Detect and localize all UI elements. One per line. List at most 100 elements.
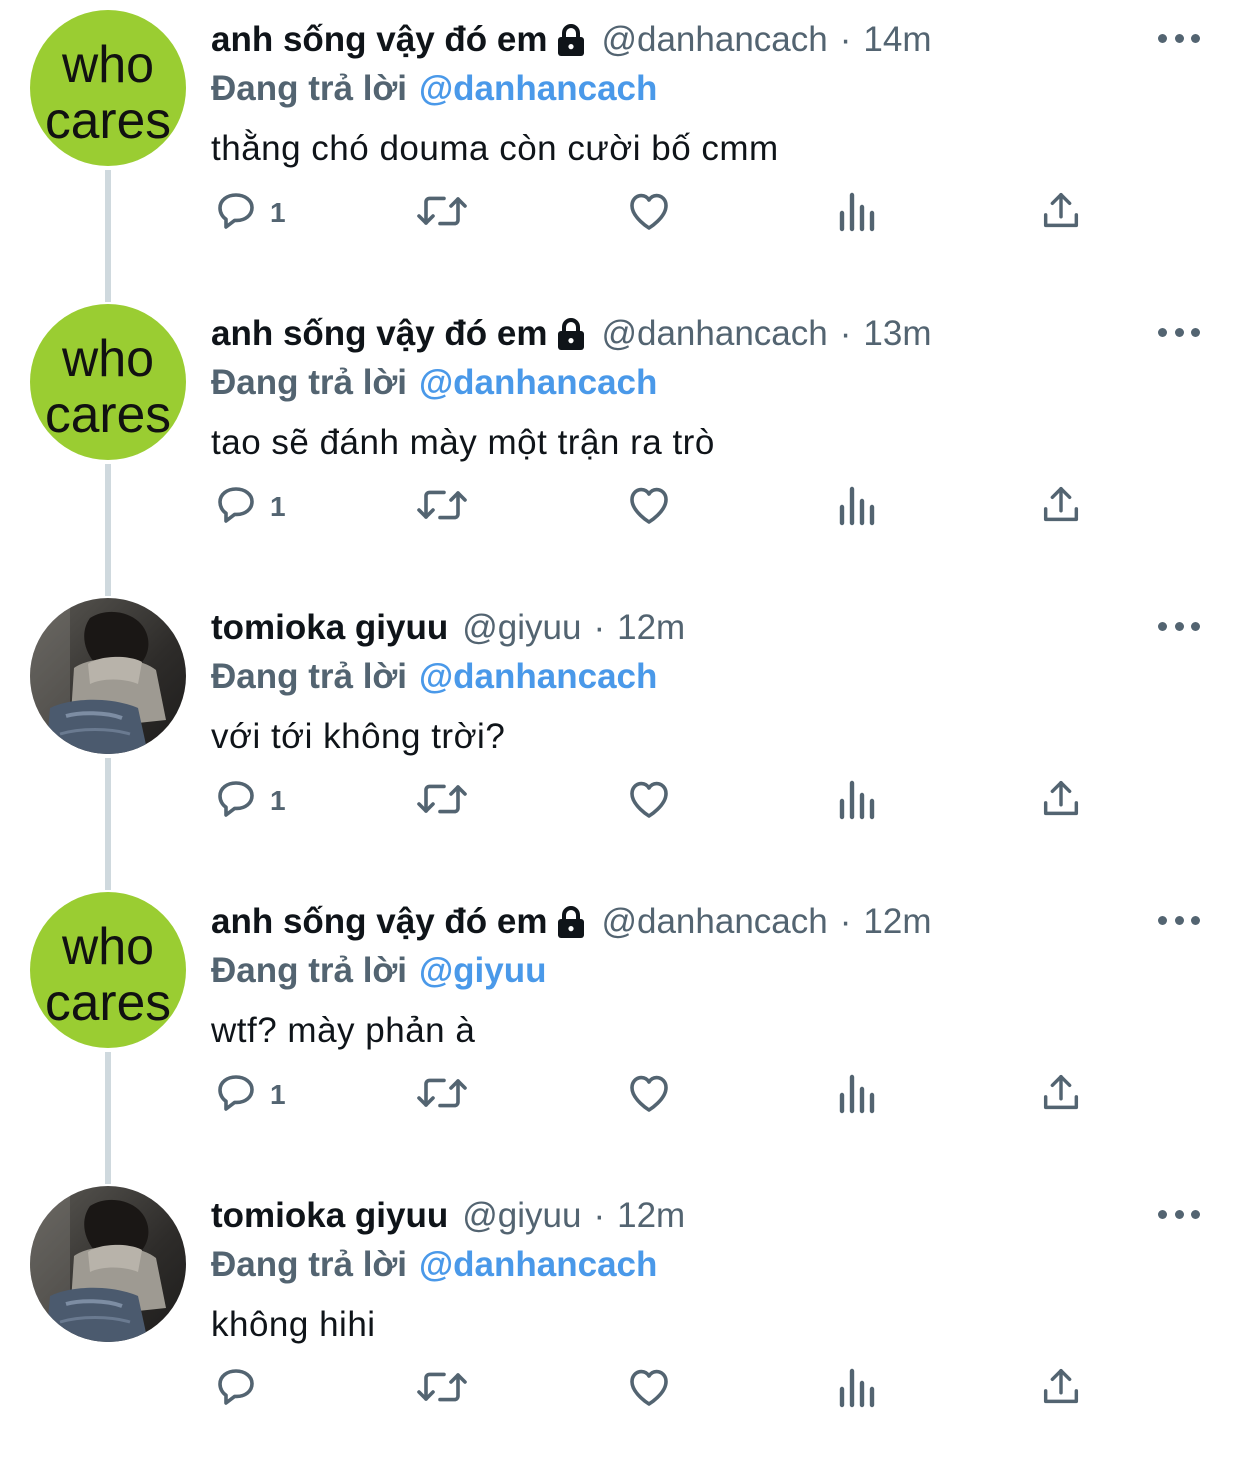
analytics-button[interactable] <box>834 183 878 243</box>
avatar-text-line1: who <box>61 330 154 388</box>
like-button[interactable] <box>624 477 674 537</box>
reply-button[interactable]: 1 <box>212 1065 286 1125</box>
share-button[interactable] <box>1038 477 1084 537</box>
tweet[interactable]: who cares anh sống vậy đó em @danhancach · 13… <box>0 294 1242 596</box>
dot-separator: · <box>593 1196 606 1235</box>
replying-to: Đang trả lời @danhancach <box>211 67 657 111</box>
retweet-button[interactable] <box>414 1065 470 1125</box>
more-icon[interactable] <box>1158 912 1200 928</box>
timestamp[interactable]: 12m <box>617 606 685 650</box>
dot-separator: · <box>593 608 606 647</box>
avatar[interactable]: who cares <box>30 304 186 460</box>
author-name[interactable]: anh sống vậy đó em <box>211 312 547 356</box>
retweet-button[interactable] <box>414 771 470 831</box>
reply-count: 1 <box>270 491 286 522</box>
author-name[interactable]: tomioka giyuu <box>211 606 448 650</box>
analytics-icon <box>834 1363 878 1416</box>
replying-to-handle[interactable]: @danhancach <box>419 657 657 696</box>
author-name[interactable]: anh sống vậy đó em <box>211 18 547 62</box>
share-icon <box>1038 775 1084 828</box>
timestamp[interactable]: 14m <box>863 18 931 62</box>
analytics-icon <box>834 187 878 240</box>
action-bar <box>0 1359 1242 1419</box>
tweet[interactable]: who cares anh sống vậy đó em @danhancach · 12… <box>0 882 1242 1184</box>
avatar-text-line2: cares <box>45 386 171 444</box>
share-icon <box>1038 187 1084 240</box>
lock-icon <box>555 23 587 57</box>
lock-icon <box>555 905 587 939</box>
like-button[interactable] <box>624 1065 674 1125</box>
analytics-button[interactable] <box>834 1065 878 1125</box>
replying-to-label: Đang trả lời <box>211 1245 408 1284</box>
timestamp[interactable]: 12m <box>863 900 931 944</box>
reply-button[interactable]: 1 <box>212 477 286 537</box>
share-button[interactable] <box>1038 771 1084 831</box>
author-handle[interactable]: @danhancach <box>601 312 827 356</box>
tweet-text: không hihi <box>211 1305 376 1344</box>
avatar[interactable]: who cares <box>30 10 186 166</box>
retweet-icon <box>414 481 470 534</box>
tweet[interactable]: tomioka giyuu @giyuu · 12m Đang trả lời @danh… <box>0 588 1242 890</box>
share-button[interactable] <box>1038 1065 1084 1125</box>
tweet-header: tomioka giyuu @giyuu · 12m <box>211 606 685 650</box>
retweet-icon <box>414 187 470 240</box>
more-icon[interactable] <box>1158 324 1200 340</box>
tweet[interactable]: who cares anh sống vậy đó em @danhancach · 14… <box>0 0 1242 302</box>
author-handle[interactable]: @danhancach <box>601 18 827 62</box>
timestamp[interactable]: 12m <box>617 1194 685 1238</box>
author-name[interactable]: anh sống vậy đó em <box>211 900 547 944</box>
author-handle[interactable]: @giyuu <box>462 606 581 650</box>
replying-to: Đang trả lời @giyuu <box>211 949 547 993</box>
replying-to: Đang trả lời @danhancach <box>211 1243 657 1287</box>
tweet-header: anh sống vậy đó em @danhancach · 13m <box>211 312 931 356</box>
avatar-text-line2: cares <box>45 92 171 150</box>
replying-to: Đang trả lời @danhancach <box>211 361 657 405</box>
reply-count: 1 <box>270 785 286 816</box>
like-button[interactable] <box>624 1359 674 1419</box>
dot-separator: · <box>839 314 852 353</box>
retweet-button[interactable] <box>414 1359 470 1419</box>
share-button[interactable] <box>1038 1359 1084 1419</box>
dot-separator: · <box>839 20 852 59</box>
share-button[interactable] <box>1038 183 1084 243</box>
reply-button[interactable]: 1 <box>212 183 286 243</box>
reply-button[interactable]: 1 <box>212 771 286 831</box>
like-button[interactable] <box>624 771 674 831</box>
author-handle[interactable]: @giyuu <box>462 1194 581 1238</box>
more-icon[interactable] <box>1158 618 1200 634</box>
tweet-text: wtf? mày phản à <box>211 1011 476 1050</box>
avatar[interactable] <box>30 598 186 754</box>
avatar[interactable] <box>30 1186 186 1342</box>
avatar-text-line1: who <box>61 918 154 976</box>
replying-to-handle[interactable]: @danhancach <box>419 363 657 402</box>
analytics-button[interactable] <box>834 1359 878 1419</box>
reply-icon <box>212 775 260 828</box>
author-handle[interactable]: @danhancach <box>601 900 827 944</box>
tweet-text: tao sẽ đánh mày một trận ra trò <box>211 423 715 462</box>
author-name[interactable]: tomioka giyuu <box>211 1194 448 1238</box>
replying-to-label: Đang trả lời <box>211 657 408 696</box>
like-button[interactable] <box>624 183 674 243</box>
tweet[interactable]: tomioka giyuu @giyuu · 12m Đang trả lời @danh… <box>0 1176 1242 1470</box>
timestamp[interactable]: 13m <box>863 312 931 356</box>
retweet-button[interactable] <box>414 477 470 537</box>
more-icon[interactable] <box>1158 30 1200 46</box>
analytics-button[interactable] <box>834 477 878 537</box>
replying-to-handle[interactable]: @giyuu <box>419 951 546 990</box>
reply-count: 1 <box>270 1079 286 1110</box>
replying-to-handle[interactable]: @danhancach <box>419 1245 657 1284</box>
analytics-button[interactable] <box>834 771 878 831</box>
reply-icon <box>212 1363 260 1416</box>
share-icon <box>1038 1069 1084 1122</box>
lock-icon <box>555 317 587 351</box>
avatar[interactable]: who cares <box>30 892 186 1048</box>
more-icon[interactable] <box>1158 1206 1200 1222</box>
reply-icon <box>212 481 260 534</box>
retweet-button[interactable] <box>414 183 470 243</box>
like-icon <box>624 1069 674 1122</box>
analytics-icon <box>834 775 878 828</box>
replying-to-label: Đang trả lời <box>211 363 408 402</box>
reply-button[interactable] <box>212 1359 270 1419</box>
like-icon <box>624 481 674 534</box>
replying-to-handle[interactable]: @danhancach <box>419 69 657 108</box>
